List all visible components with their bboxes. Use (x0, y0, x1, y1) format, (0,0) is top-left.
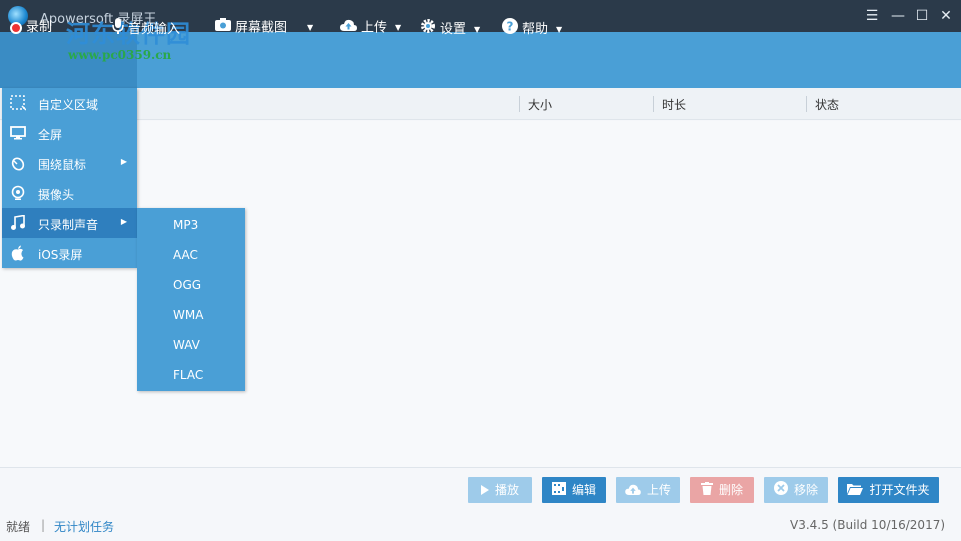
settings-label: 设置 (440, 22, 467, 37)
file-table-header: 大小 时长 状态 (0, 88, 961, 120)
minimize-button[interactable]: — (888, 6, 908, 26)
camera-icon (215, 18, 231, 38)
record-button[interactable]: 录制 (10, 18, 52, 38)
upload-label: 上传 (361, 20, 388, 36)
audio-input-button[interactable]: 音频输入 (112, 18, 180, 38)
version-label: V3.4.5 (Build 10/16/2017) (790, 518, 946, 532)
status-bar: 就绪 | 无计划任务 V3.4.5 (Build 10/16/2017) (0, 510, 961, 541)
apple-icon (10, 245, 26, 261)
submenu-item-wma[interactable]: WMA (137, 300, 245, 330)
play-icon (480, 478, 489, 504)
menu-item-label: 围绕鼠标 (38, 158, 87, 172)
menu-item-label: 自定义区域 (38, 98, 99, 112)
delete-label: 删除 (718, 483, 743, 497)
column-divider[interactable] (653, 96, 654, 112)
microphone-icon (112, 18, 124, 41)
maximize-button[interactable]: ☐ (912, 6, 932, 26)
play-button[interactable]: 播放 (468, 477, 532, 503)
open-folder-label: 打开文件夹 (869, 483, 930, 497)
submenu-item-ogg[interactable]: OGG (137, 270, 245, 300)
close-button[interactable]: ✕ (936, 6, 956, 26)
menu-item-label: 只录制声音 (38, 218, 99, 232)
remove-label: 移除 (793, 483, 818, 497)
screenshot-label: 屏幕截图 (235, 20, 288, 36)
remove-button[interactable]: 移除 (764, 477, 828, 503)
divider (0, 467, 961, 468)
music-note-icon (10, 214, 26, 231)
mouse-icon (10, 155, 26, 171)
submenu-item-label: OGG (173, 278, 202, 292)
submenu-item-label: FLAC (173, 368, 204, 382)
menu-item-ios-record[interactable]: iOS录屏 (2, 238, 137, 268)
submenu-item-aac[interactable]: AAC (137, 240, 245, 270)
menu-item-around-mouse[interactable]: 围绕鼠标 ▶ (2, 148, 137, 178)
chevron-right-icon: ▶ (120, 157, 127, 166)
submenu-item-label: MP3 (173, 218, 199, 232)
record-mode-menu: 自定义区域 全屏 围绕鼠标 ▶ 摄像头 只录制声音 ▶ iOS录屏 (2, 88, 137, 268)
column-divider[interactable] (806, 96, 807, 112)
column-duration[interactable]: 时长 (662, 96, 686, 113)
edit-button[interactable]: 编辑 (542, 477, 606, 503)
menu-item-audio-only[interactable]: 只录制声音 ▶ (2, 208, 137, 238)
upload-menu-button[interactable]: 上传 ▼ (340, 18, 401, 38)
upload-action-label: 上传 (646, 483, 671, 497)
cloud-upload-icon (625, 478, 641, 504)
submenu-item-label: WAV (173, 338, 200, 352)
play-label: 播放 (494, 483, 519, 497)
submenu-item-flac[interactable]: FLAC (137, 360, 245, 390)
webcam-icon (10, 185, 26, 201)
film-edit-icon (551, 478, 566, 504)
submenu-item-wav[interactable]: WAV (137, 330, 245, 360)
menu-item-custom-region[interactable]: 自定义区域 (2, 88, 137, 118)
record-dot-icon (10, 21, 22, 34)
scheduled-task-link[interactable]: 无计划任务 (54, 518, 114, 535)
audio-input-label: 音频输入 (128, 22, 181, 37)
folder-open-icon (847, 478, 864, 504)
menu-item-label: 摄像头 (38, 188, 75, 202)
audio-format-submenu: MP3 AAC OGG WMA WAV FLAC (137, 208, 245, 391)
menu-item-webcam[interactable]: 摄像头 (2, 178, 137, 208)
chevron-down-icon[interactable]: ▼ (307, 18, 313, 38)
region-icon (10, 95, 27, 111)
help-icon: ? (502, 18, 518, 41)
chevron-down-icon[interactable]: ▼ (395, 18, 401, 38)
svg-text:?: ? (507, 20, 514, 34)
menu-item-fullscreen[interactable]: 全屏 (2, 118, 137, 148)
help-label: 帮助 (522, 22, 549, 37)
submenu-item-label: WMA (173, 308, 204, 322)
chevron-down-icon[interactable]: ▼ (474, 20, 480, 40)
record-label: 录制 (26, 20, 53, 35)
delete-button[interactable]: 删除 (690, 477, 754, 503)
chevron-right-icon: ▶ (120, 217, 127, 226)
submenu-item-label: AAC (173, 248, 198, 262)
gear-icon (420, 18, 436, 41)
status-separator: | (41, 518, 46, 532)
column-status[interactable]: 状态 (815, 96, 839, 113)
menu-icon[interactable]: ☰ (862, 6, 882, 26)
open-folder-button[interactable]: 打开文件夹 (838, 477, 939, 503)
column-size[interactable]: 大小 (528, 96, 552, 113)
trash-icon (700, 478, 713, 504)
screenshot-button[interactable]: 屏幕截图 ▼ (215, 18, 313, 38)
submenu-item-mp3[interactable]: MP3 (137, 210, 245, 240)
settings-button[interactable]: 设置 ▼ (420, 18, 480, 38)
menu-item-label: 全屏 (38, 128, 63, 142)
column-divider[interactable] (519, 96, 520, 112)
upload-button[interactable]: 上传 (616, 477, 680, 503)
watermark-url: www.pc0359.cn (68, 48, 172, 62)
chevron-down-icon[interactable]: ▼ (556, 20, 562, 40)
remove-circle-icon (773, 478, 788, 504)
help-button[interactable]: ? 帮助 ▼ (502, 18, 562, 38)
edit-label: 编辑 (571, 483, 596, 497)
cloud-upload-icon (340, 18, 357, 38)
menu-item-label: iOS录屏 (38, 248, 83, 262)
monitor-icon (10, 125, 26, 141)
status-text: 就绪 (6, 520, 31, 534)
